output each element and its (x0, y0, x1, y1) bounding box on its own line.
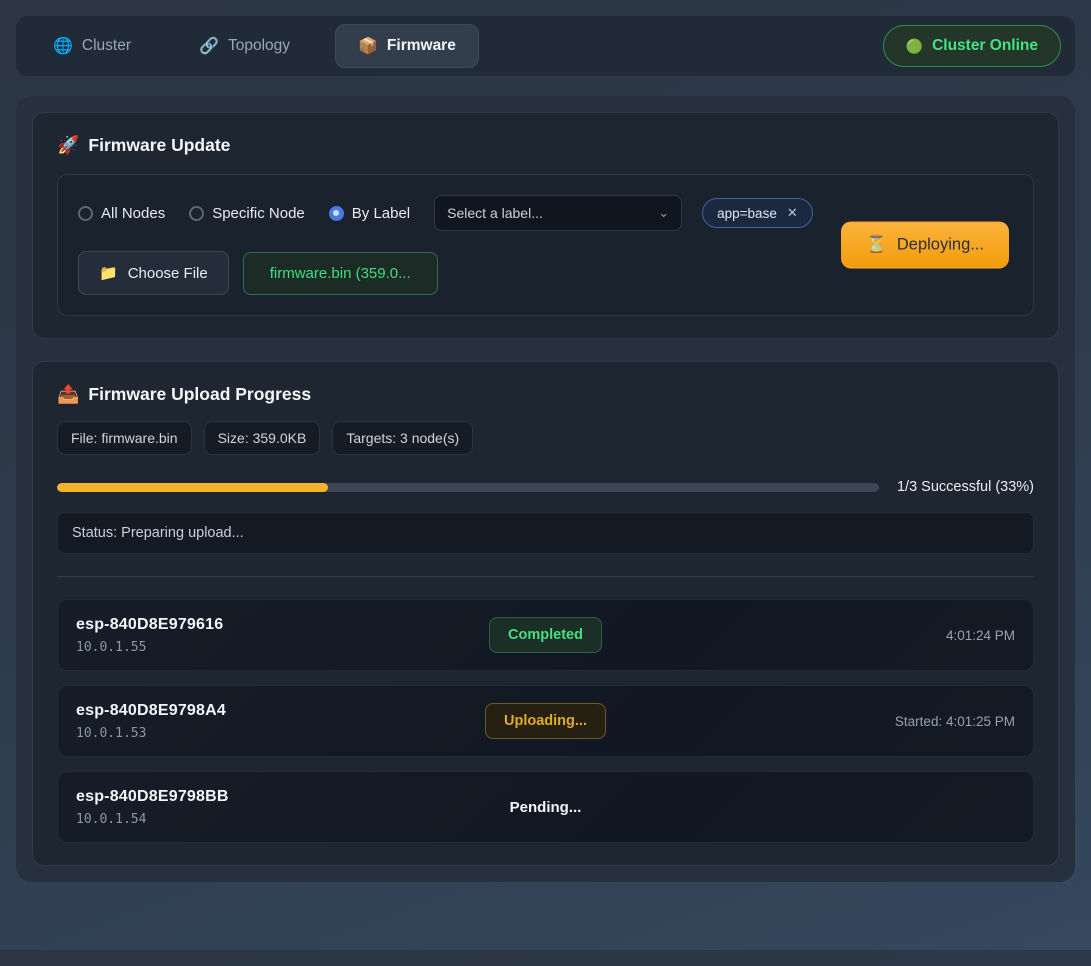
tab-firmware-label: Firmware (387, 37, 456, 55)
radio-circle-icon (189, 206, 204, 221)
radio-all-nodes[interactable]: All Nodes (78, 205, 165, 222)
folder-icon: 📁 (99, 264, 118, 282)
globe-icon: 🌐 (53, 36, 73, 56)
status-message-box: Status: Preparing upload... (57, 512, 1034, 554)
divider (57, 576, 1034, 577)
tab-cluster-label: Cluster (82, 37, 131, 55)
file-name-chip: File: firmware.bin (57, 421, 192, 455)
package-icon: 📦 (358, 36, 378, 56)
firmware-update-title: 🚀 Firmware Update (57, 135, 1034, 156)
tab-cluster[interactable]: 🌐 Cluster (30, 24, 154, 68)
tab-topology-label: Topology (228, 37, 290, 55)
deploy-form-panel: All Nodes Specific Node By Label Select … (57, 174, 1034, 316)
node-ip: 10.0.1.55 (76, 640, 399, 655)
label-select-dropdown[interactable]: Select a label... ⌄ (434, 195, 682, 231)
status-badge-completed: Completed (489, 617, 602, 653)
status-badge-uploading: Uploading... (485, 703, 606, 739)
file-size-chip: Size: 359.0KB (204, 421, 321, 455)
tab-topology[interactable]: 🔗 Topology (176, 24, 313, 68)
targets-chip: Targets: 3 node(s) (332, 421, 473, 455)
close-icon[interactable]: ✕ (787, 205, 798, 221)
selected-file-label: firmware.bin (359.0... (270, 265, 411, 282)
radio-all-nodes-label: All Nodes (101, 205, 165, 222)
progress-row: 1/3 Successful (33%) (57, 479, 1034, 495)
deploy-button[interactable]: ⏳ Deploying... (841, 222, 1009, 269)
radio-circle-icon (329, 206, 344, 221)
node-row-1[interactable]: esp-840D8E979616 10.0.1.55 Completed 4:0… (57, 599, 1034, 671)
node-info: esp-840D8E9798A4 10.0.1.53 (76, 702, 399, 741)
upload-progress-bar (57, 483, 879, 492)
top-nav: 🌐 Cluster 🔗 Topology 📦 Firmware 🟢 Cluste… (16, 16, 1075, 76)
node-row-3[interactable]: esp-840D8E9798BB 10.0.1.54 Pending... (57, 771, 1034, 843)
upload-progress-title-text: Firmware Upload Progress (88, 384, 311, 405)
cluster-status-badge[interactable]: 🟢 Cluster Online (883, 25, 1061, 67)
choose-file-label: Choose File (128, 265, 208, 282)
node-name: esp-840D8E9798A4 (76, 702, 399, 720)
outbox-tray-icon: 📤 (57, 384, 79, 405)
chevron-down-icon: ⌄ (658, 205, 669, 221)
radio-by-label-label: By Label (352, 205, 410, 222)
choose-file-button[interactable]: 📁 Choose File (78, 251, 229, 295)
radio-circle-icon (78, 206, 93, 221)
node-status-cell: Uploading... (399, 703, 692, 739)
radio-by-label[interactable]: By Label (329, 205, 410, 222)
progress-summary-label: 1/3 Successful (33%) (897, 479, 1034, 495)
rocket-icon: 🚀 (57, 135, 79, 156)
node-info: esp-840D8E9798BB 10.0.1.54 (76, 788, 399, 827)
firmware-update-title-text: Firmware Update (88, 135, 230, 156)
link-icon: 🔗 (199, 36, 219, 56)
node-info: esp-840D8E979616 10.0.1.55 (76, 616, 399, 655)
node-time: 4:01:24 PM (692, 628, 1015, 643)
hourglass-icon: ⏳ (866, 236, 887, 255)
firmware-update-card: 🚀 Firmware Update All Nodes Specific Nod… (32, 112, 1059, 339)
node-name: esp-840D8E979616 (76, 616, 399, 634)
node-status-cell: Completed (399, 617, 692, 653)
node-time: Started: 4:01:25 PM (692, 714, 1015, 729)
upload-progress-title: 📤 Firmware Upload Progress (57, 384, 1034, 405)
label-chip-text: app=base (717, 206, 777, 221)
main-container: 🚀 Firmware Update All Nodes Specific Nod… (16, 96, 1075, 882)
label-select-value: Select a label... (447, 205, 543, 221)
selected-file-button[interactable]: firmware.bin (359.0... (243, 252, 438, 295)
radio-specific-node[interactable]: Specific Node (189, 205, 305, 222)
cluster-status-label: Cluster Online (932, 37, 1038, 55)
upload-progress-card: 📤 Firmware Upload Progress File: firmwar… (32, 361, 1059, 866)
upload-progress-fill (57, 483, 328, 492)
node-status-cell: Pending... (399, 799, 692, 816)
label-chip-app-base[interactable]: app=base ✕ (702, 198, 813, 228)
node-row-2[interactable]: esp-840D8E9798A4 10.0.1.53 Uploading... … (57, 685, 1034, 757)
deploy-button-label: Deploying... (897, 236, 984, 255)
node-ip: 10.0.1.53 (76, 726, 399, 741)
green-dot-icon: 🟢 (906, 38, 923, 55)
node-ip: 10.0.1.54 (76, 812, 399, 827)
status-badge-pending: Pending... (510, 799, 582, 816)
tab-firmware[interactable]: 📦 Firmware (335, 24, 479, 68)
file-info-chips: File: firmware.bin Size: 359.0KB Targets… (57, 421, 1034, 455)
node-name: esp-840D8E9798BB (76, 788, 399, 806)
radio-specific-node-label: Specific Node (212, 205, 305, 222)
